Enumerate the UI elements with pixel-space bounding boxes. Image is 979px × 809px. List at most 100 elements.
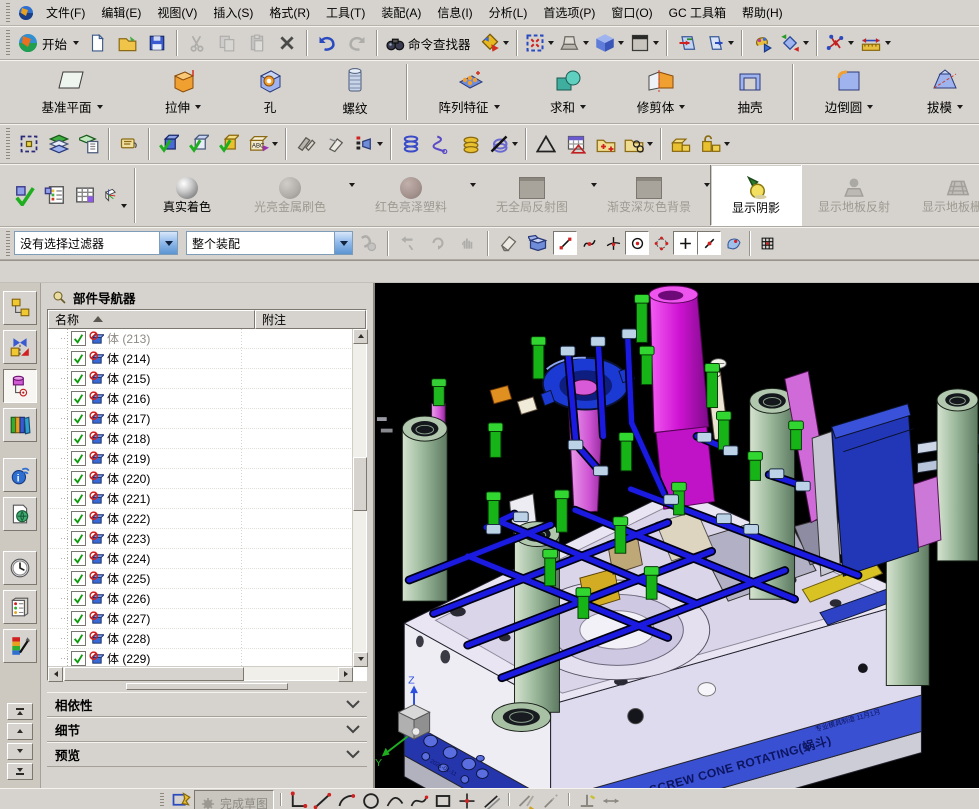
rectangle-icon[interactable] (432, 790, 454, 809)
gradient-background-button[interactable]: 渐变深灰色背景 (597, 166, 701, 224)
menu-format[interactable]: 格式(R) (261, 0, 318, 25)
suppress-body-icon[interactable] (291, 130, 321, 158)
menu-help[interactable]: 帮助(H) (734, 0, 791, 25)
toolbar-grip[interactable] (6, 231, 10, 256)
fit-view-icon[interactable] (522, 29, 557, 57)
snap-quadrant-toggle[interactable] (649, 231, 673, 255)
scroll-right-arrow[interactable] (338, 667, 353, 682)
show-check-gray-icon[interactable] (184, 130, 214, 158)
no-global-reflection-button[interactable]: 无全局反射图 (476, 166, 588, 224)
checkbox-checked[interactable] (71, 351, 86, 366)
hole-group-icon[interactable] (621, 130, 656, 158)
quick-trim-icon[interactable] (516, 790, 538, 809)
snap-point-on-face-toggle[interactable] (721, 231, 745, 255)
redo-icon[interactable] (342, 29, 372, 57)
edge-blend-button[interactable]: 边倒圆 (798, 61, 900, 123)
tree-row[interactable]: 体 (228) (48, 629, 353, 649)
checkbox-checked[interactable] (71, 551, 86, 566)
checkbox-checked[interactable] (71, 431, 86, 446)
process-assistant-tab[interactable] (3, 551, 37, 585)
checkbox-checked[interactable] (71, 591, 86, 606)
spring-disabled-icon[interactable] (486, 130, 521, 158)
snap-grid-point-toggle[interactable] (755, 231, 779, 255)
draft-button[interactable]: 拔模 (900, 61, 979, 123)
snap-existing-point-toggle[interactable] (673, 231, 697, 255)
hand-select-icon[interactable] (453, 229, 483, 257)
floor-reflection-button[interactable]: 显示地板反射 (802, 166, 906, 224)
show-constraints-icon[interactable] (822, 29, 857, 57)
menubar-grip[interactable] (6, 3, 10, 22)
scroll-up-button[interactable] (7, 723, 33, 740)
checkbox-checked[interactable] (71, 371, 86, 386)
edit-object-display-icon[interactable] (14, 130, 44, 158)
menu-view[interactable]: 视图(V) (149, 0, 205, 25)
circle-icon[interactable] (360, 790, 382, 809)
datum-plane-button[interactable]: 基准平面 (10, 61, 134, 123)
scroll-top-button[interactable] (7, 703, 33, 720)
highlight-related-icon[interactable] (353, 229, 383, 257)
open-box-icon[interactable] (523, 229, 553, 257)
checkbox-checked[interactable] (71, 471, 86, 486)
unite-button[interactable]: 求和 (526, 61, 610, 123)
menu-insert[interactable]: 插入(S) (205, 0, 261, 25)
part-family-table-icon[interactable] (561, 130, 591, 158)
checkbox-checked[interactable] (71, 531, 86, 546)
constraint-icon[interactable] (576, 790, 598, 809)
tree-row[interactable]: 体 (219) (48, 449, 353, 469)
column-header-note[interactable]: 附注 (255, 310, 366, 329)
spring-hook-icon[interactable] (426, 130, 456, 158)
shell-button[interactable]: 抽壳 (712, 61, 788, 123)
operation-list-icon[interactable] (40, 181, 70, 209)
line-icon[interactable] (312, 790, 334, 809)
menu-analysis[interactable]: 分析(L) (481, 0, 536, 25)
menu-window[interactable]: 窗口(O) (603, 0, 660, 25)
tree-vertical-scrollbar[interactable] (352, 329, 366, 667)
dimension-icon[interactable] (600, 790, 622, 809)
tree-row[interactable]: 体 (225) (48, 569, 353, 589)
command-finder-button[interactable]: 命令查找器 (382, 29, 477, 57)
operation-palette-tab[interactable] (3, 590, 37, 624)
checkbox-checked[interactable] (71, 391, 86, 406)
tree-row[interactable]: 体 (229) (48, 649, 353, 667)
display-mode-icon[interactable] (557, 29, 592, 57)
draft-analysis-triangle-icon[interactable] (531, 130, 561, 158)
snap-intersection-toggle[interactable] (601, 231, 625, 255)
new-part-icon[interactable] (82, 29, 112, 57)
menu-information[interactable]: 信息(I) (429, 0, 480, 25)
tree-row[interactable]: 体 (213) (48, 329, 353, 349)
measure-icon[interactable] (857, 29, 894, 57)
scroll-up-arrow[interactable] (353, 329, 368, 344)
tree-row[interactable]: 体 (217) (48, 409, 353, 429)
menu-preferences[interactable]: 首选项(P) (535, 0, 603, 25)
tree-row[interactable]: 体 (226) (48, 589, 353, 609)
quick-extend-icon[interactable] (540, 790, 562, 809)
selection-scope-combo[interactable]: 整个装配 (186, 231, 353, 255)
bright-metal-button[interactable]: 光亮金属刷色 (234, 166, 346, 224)
shaded-view-icon[interactable] (592, 29, 627, 57)
true-shading-button[interactable]: 真实着色 (140, 165, 234, 225)
checkbox-checked[interactable] (71, 611, 86, 626)
checkbox-checked[interactable] (71, 451, 86, 466)
floor-grid-button[interactable]: 显示地板栅格 (906, 166, 979, 224)
edit-section-icon[interactable] (672, 29, 702, 57)
reorder-feature-icon[interactable] (351, 130, 386, 158)
vertical-scroll-thumb[interactable] (353, 457, 367, 511)
snap-point-on-curve-toggle[interactable] (577, 231, 601, 255)
start-button[interactable]: 开始 (14, 29, 82, 57)
tree-row[interactable]: 体 (214) (48, 349, 353, 369)
hole-button[interactable]: 孔 (232, 61, 308, 123)
menu-tools[interactable]: 工具(T) (318, 0, 373, 25)
snap-midpoint-toggle[interactable] (697, 231, 721, 255)
red-plastic-button[interactable]: 红色亮泽塑料 (355, 166, 467, 224)
clip-section-icon[interactable] (702, 29, 737, 57)
lock-features-icon[interactable] (666, 130, 696, 158)
checkbox-checked[interactable] (71, 571, 86, 586)
scroll-bottom-button[interactable] (7, 763, 33, 780)
point-icon[interactable] (456, 790, 478, 809)
visual-check-icon[interactable] (10, 181, 40, 209)
toolbar-grip[interactable] (6, 128, 10, 159)
annotation-note-icon[interactable] (114, 130, 144, 158)
tree-row[interactable]: 体 (218) (48, 429, 353, 449)
scroll-down-arrow[interactable] (353, 652, 368, 667)
arc-icon[interactable] (336, 790, 358, 809)
